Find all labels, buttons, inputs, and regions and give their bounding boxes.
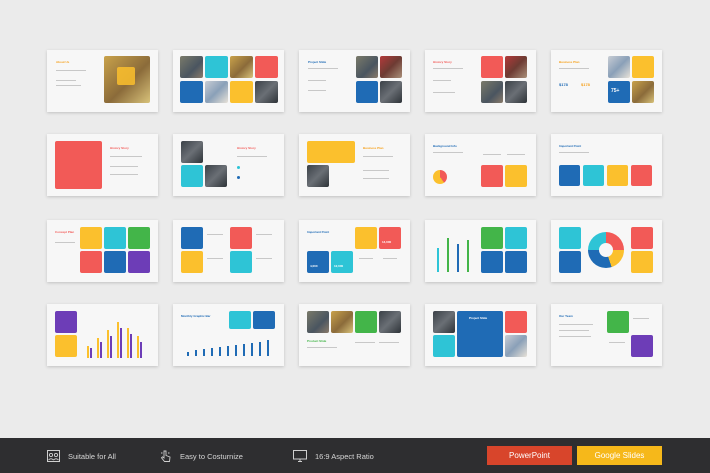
slide-thumbnail[interactable]: History Story [425,50,536,112]
slide-thumbnail[interactable]: Background Info [425,134,536,196]
slide-title: Important Point [307,230,330,234]
slide-thumbnail[interactable]: Product Slide [299,304,410,366]
slide-thumbnail[interactable]: About Us [47,50,158,112]
monitor-icon [293,450,307,462]
slide-preview-grid: About Us Project Slide History Story Bus… [0,0,710,438]
feature-suitable: Suitable for All [47,450,116,462]
slide-thumbnail[interactable]: Concept Plan [47,220,158,282]
powerpoint-button[interactable]: PowerPoint [487,446,572,465]
slide-thumbnail[interactable]: Project Slide [299,50,410,112]
slide-thumbnail[interactable]: Business Plan [299,134,410,196]
slide-title: Business Plan [363,146,384,150]
slide-thumbnail[interactable] [425,220,536,282]
google-slides-button[interactable]: Google Slides [577,446,662,465]
slide-title: Project Slide [308,60,327,64]
slide-title: Concept Plan [55,230,75,234]
slide-title: Our Team [559,314,573,318]
slide-thumbnail[interactable]: History Story [173,134,284,196]
pointer-icon [160,450,171,462]
slide-thumbnail[interactable]: Important Point [551,134,662,196]
feature-customize: Easy to Costurnize [160,450,243,462]
slide-title: History Story [237,146,256,150]
slide-thumbnail[interactable]: History Story [47,134,158,196]
feature-label: Suitable for All [68,451,116,461]
slide-title: Background Info [433,144,457,148]
users-icon [47,450,60,462]
slide-thumbnail[interactable]: Important Point 4,000 12,000 14,000 [299,220,410,282]
slide-title: Important Point [559,144,582,148]
slide-thumbnail[interactable]: Business Plan $178 $178 75+ [551,50,662,112]
slide-thumbnail[interactable]: Project Slide [425,304,536,366]
slide-title: History Story [433,60,452,64]
feature-aspect: 16:9 Aspect Ratio [293,450,374,462]
slide-thumbnail[interactable] [173,50,284,112]
slide-title: Project Slide [469,316,488,320]
slide-title: Product Slide [307,339,327,343]
feature-label: 16:9 Aspect Ratio [315,451,374,461]
slide-thumbnail[interactable] [173,220,284,282]
slide-title: Monthly Graphic Bar [181,314,211,318]
slide-title: History Story [110,146,129,150]
slide-thumbnail[interactable]: Our Team [551,304,662,366]
slide-title: About Us [56,60,70,64]
slide-thumbnail[interactable] [47,304,158,366]
slide-title: Business Plan [559,60,580,64]
feature-label: Easy to Costurnize [180,451,243,461]
slide-thumbnail[interactable] [551,220,662,282]
slide-thumbnail[interactable]: Monthly Graphic Bar [173,304,284,366]
footer-bar: Suitable for All Easy to Costurnize 16:9… [0,438,710,473]
